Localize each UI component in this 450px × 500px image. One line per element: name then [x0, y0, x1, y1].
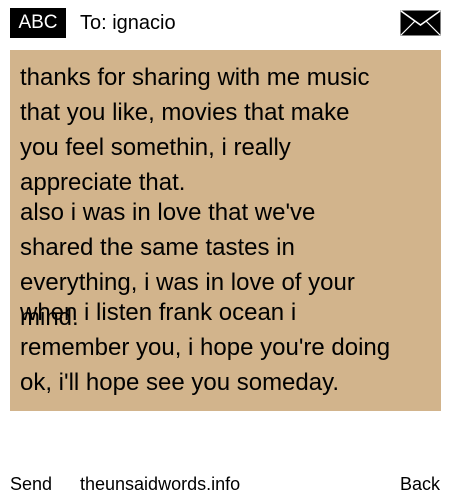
back-button[interactable]: Back: [400, 472, 440, 496]
abc-badge[interactable]: ABC: [10, 8, 66, 38]
message-body: thanks for sharing with me music that yo…: [10, 50, 441, 411]
envelope-icon[interactable]: [400, 10, 441, 36]
site-link[interactable]: theunsaidwords.info: [80, 472, 240, 496]
message-paragraph: when i listen frank ocean i remember you…: [20, 299, 391, 396]
send-button[interactable]: Send: [10, 472, 52, 496]
message-paragraph: thanks for sharing with me music that yo…: [20, 64, 370, 196]
recipient-label: To: ignacio: [80, 12, 176, 34]
